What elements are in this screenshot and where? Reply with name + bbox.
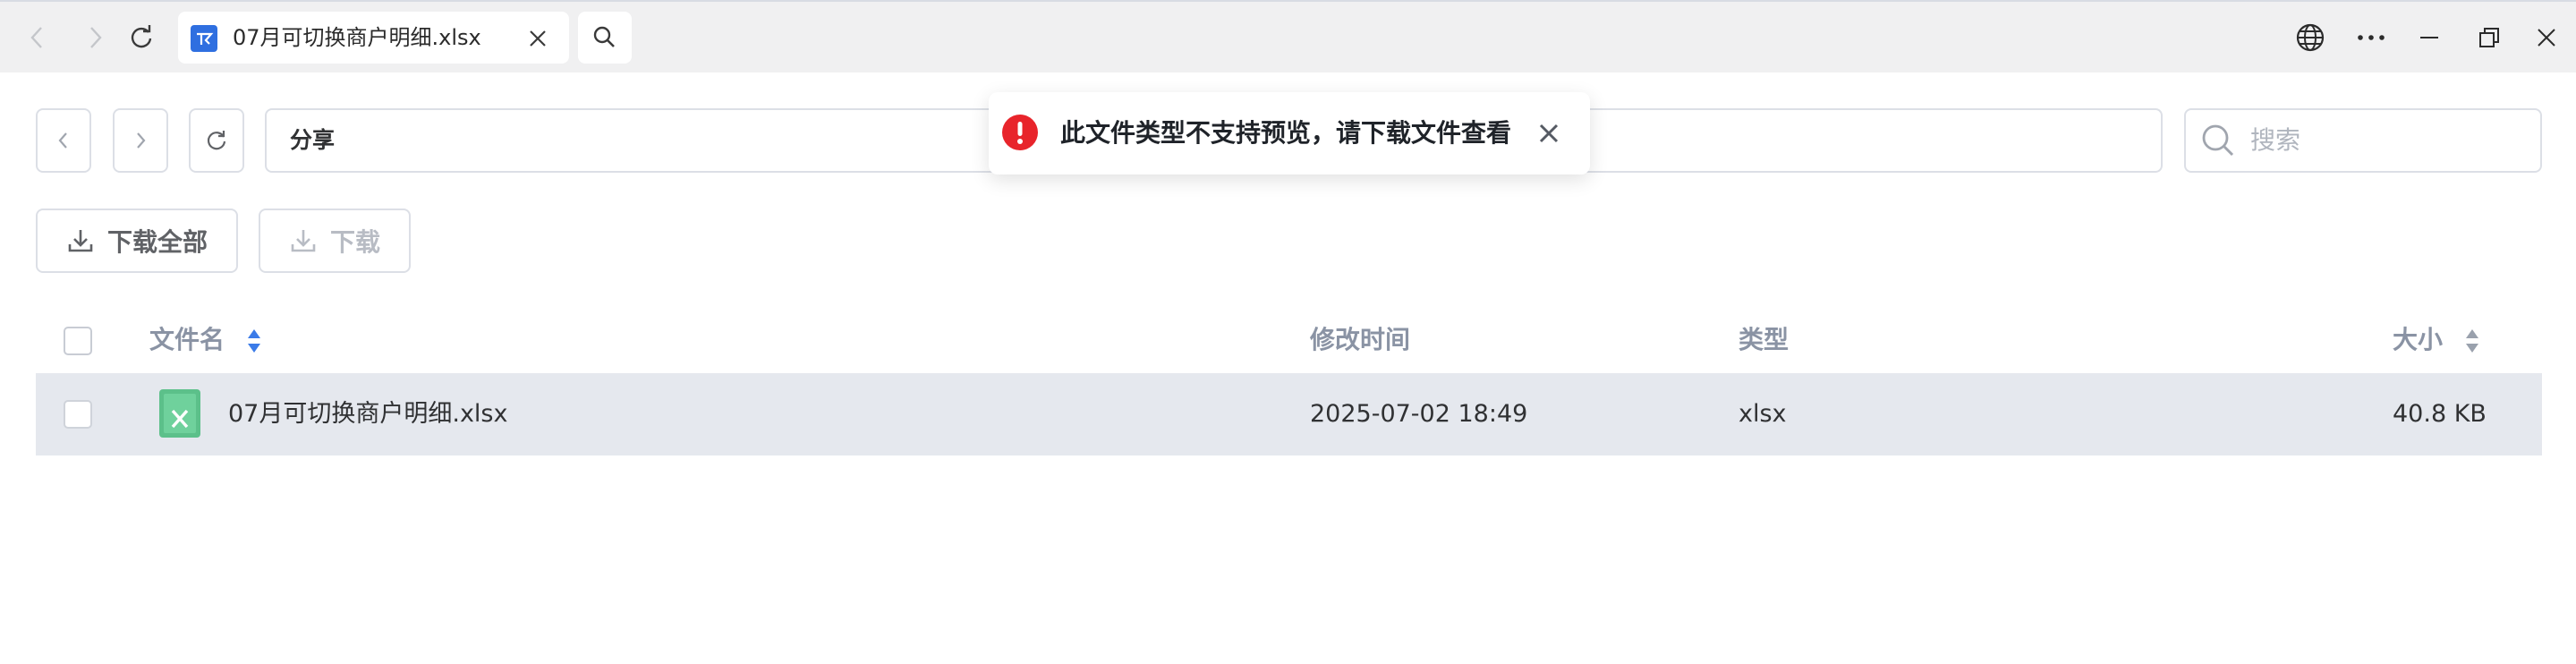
row-checkbox[interactable]: [64, 400, 92, 429]
chevron-right-icon: [137, 132, 146, 149]
translate-button[interactable]: [2292, 20, 2328, 55]
path-text: 分享: [290, 127, 336, 153]
error-toast: 此文件类型不支持预览，请下载文件查看: [989, 92, 1590, 175]
back-button[interactable]: [20, 20, 55, 55]
download-icon: [68, 230, 93, 252]
tab-title: 07月可切换商户明细.xlsx: [233, 25, 481, 50]
back-arrow-icon: [30, 27, 42, 48]
tab-favicon-icon: [191, 25, 217, 52]
minimize-button[interactable]: [2411, 20, 2447, 55]
search-icon: [593, 26, 615, 47]
download-all-button[interactable]: 下载全部: [36, 209, 238, 273]
nav-forward-button[interactable]: [113, 108, 168, 173]
search-input[interactable]: 搜索: [2184, 108, 2542, 173]
file-name[interactable]: 07月可切换商户明细.xlsx: [228, 373, 507, 455]
restore-icon: [2479, 28, 2499, 47]
restore-button[interactable]: [2471, 20, 2507, 55]
error-icon: [1002, 115, 1038, 150]
refresh-button[interactable]: [123, 20, 159, 55]
sort-icon[interactable]: [246, 328, 262, 354]
column-header-type: 类型: [1739, 325, 1790, 354]
file-type: xlsx: [1739, 400, 1787, 428]
search-icon: [2202, 124, 2234, 157]
excel-file-icon: [159, 389, 200, 438]
minimize-icon: [2420, 37, 2438, 38]
browser-tab[interactable]: 07月可切换商户明细.xlsx: [178, 12, 569, 64]
column-header-name-label: 文件名: [149, 325, 225, 354]
globe-icon: [2296, 23, 2325, 52]
browser-top-bar: 07月可切换商户明细.xlsx: [0, 0, 2576, 72]
download-icon: [291, 230, 316, 252]
sort-icon[interactable]: [2464, 328, 2480, 354]
search-placeholder: 搜索: [2250, 125, 2301, 155]
download-label: 下载: [330, 227, 381, 257]
table-row[interactable]: 07月可切换商户明细.xlsx 2025-07-02 18:49 xlsx 40…: [36, 373, 2542, 455]
close-icon: [530, 30, 546, 47]
refresh-icon: [131, 25, 152, 48]
close-icon[interactable]: [1535, 119, 1563, 148]
file-size: 40.8 KB: [2393, 400, 2487, 428]
close-window-button[interactable]: [2529, 20, 2564, 55]
nav-back-button[interactable]: [36, 108, 91, 173]
tab-close-button[interactable]: [523, 24, 552, 53]
column-header-modified: 修改时间: [1310, 325, 1411, 354]
column-header-size[interactable]: 大小: [2393, 322, 2480, 358]
forward-arrow-icon: [90, 27, 102, 48]
more-button[interactable]: [2353, 20, 2389, 55]
column-header-size-label: 大小: [2393, 325, 2444, 354]
more-icon: [2358, 35, 2385, 40]
forward-button[interactable]: [77, 20, 113, 55]
toast-message: 此文件类型不支持预览，请下载文件查看: [1060, 118, 1512, 148]
nav-refresh-button[interactable]: [189, 108, 244, 173]
tab-search-button[interactable]: [578, 12, 632, 64]
refresh-icon: [207, 131, 226, 150]
select-all-checkbox[interactable]: [64, 327, 92, 355]
chevron-left-icon: [58, 132, 67, 149]
download-button[interactable]: 下载: [259, 209, 411, 273]
column-header-name[interactable]: 文件名: [149, 322, 262, 358]
download-all-label: 下载全部: [107, 227, 208, 257]
file-modified: 2025-07-02 18:49: [1310, 400, 1528, 428]
close-icon: [2538, 29, 2555, 47]
